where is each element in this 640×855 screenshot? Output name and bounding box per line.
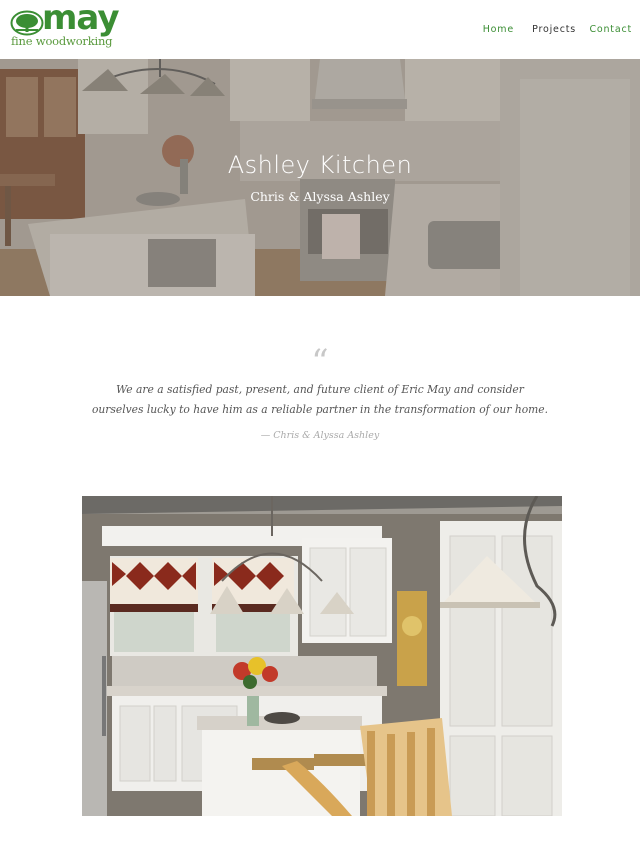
site-header: may fine woodworking Home Projects Conta… <box>0 0 640 59</box>
nav-projects-link[interactable]: Projects <box>532 24 576 35</box>
nav-home-link[interactable]: Home <box>483 24 514 35</box>
page-title: Ashley Kitchen <box>227 151 413 179</box>
hero-banner: Ashley Kitchen Chris & Alyssa Ashley <box>0 59 640 296</box>
tree-icon <box>10 10 44 36</box>
project-photo[interactable] <box>82 496 562 816</box>
testimonial-text: We are a satisfied past, present, and fu… <box>91 383 548 416</box>
kitchen-photo-image <box>82 496 562 816</box>
logo-link[interactable]: may fine woodworking <box>10 1 130 50</box>
page-subtitle: Chris & Alyssa Ashley <box>250 189 390 204</box>
nav-contact-link[interactable]: Contact <box>589 24 632 35</box>
quote-icon: “ <box>311 342 329 382</box>
logo-wordmark: may <box>42 0 119 38</box>
testimonial-author: — Chris & Alyssa Ashley <box>260 430 380 441</box>
logo-tagline: fine woodworking <box>11 34 113 48</box>
